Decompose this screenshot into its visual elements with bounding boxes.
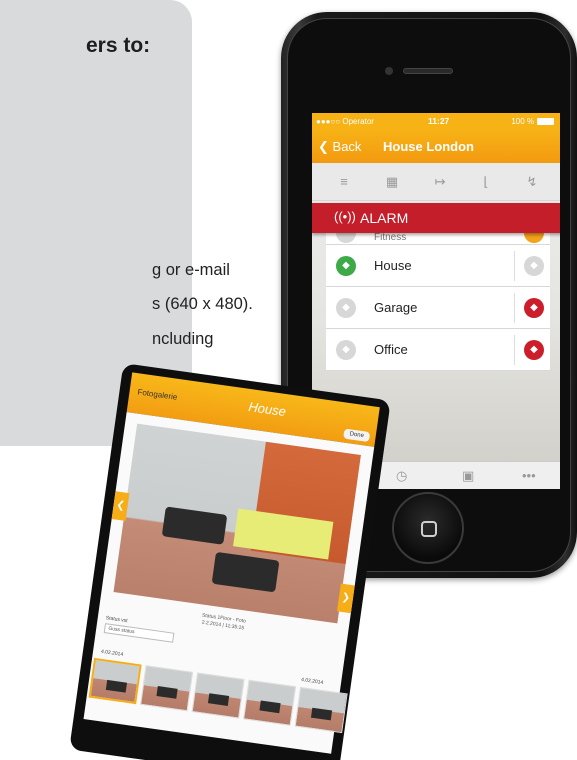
info-line-2: s (640 x 480). xyxy=(152,295,253,313)
thermometer-icon[interactable]: ⌊ xyxy=(478,175,494,189)
clock-icon[interactable]: ◷ xyxy=(396,468,407,484)
thumbnail[interactable] xyxy=(191,672,245,719)
locked-icon[interactable]: ◆ xyxy=(524,298,544,318)
thumb-date: 4.02.2014 xyxy=(100,648,124,658)
back-button[interactable]: ❮ Back xyxy=(318,139,361,155)
lock-toggle-icon[interactable]: ◆ xyxy=(524,256,544,276)
gallery-icon[interactable]: ▣ xyxy=(462,468,474,484)
status-time: 11:27 xyxy=(428,116,450,126)
list-icon[interactable]: ≡ xyxy=(336,175,352,189)
tablet-title: House xyxy=(247,399,287,420)
done-button[interactable]: Done xyxy=(343,428,371,443)
photo-sofa xyxy=(211,551,280,593)
lock-name: House xyxy=(374,258,412,273)
divider xyxy=(514,293,515,323)
tablet-body: ❮ ❯ Status 1Floor - Foto 2.2.2014 | 11:3… xyxy=(83,412,375,754)
locked-icon[interactable]: ◆ xyxy=(524,340,544,360)
list-item[interactable]: Fitness xyxy=(326,231,550,245)
home-square-icon xyxy=(421,521,437,537)
home-button[interactable] xyxy=(392,492,464,564)
chevron-left-icon: ❮ xyxy=(318,139,329,154)
next-arrow-button[interactable]: ❯ xyxy=(336,583,355,614)
thumbnail[interactable] xyxy=(294,686,348,734)
divider xyxy=(514,251,515,281)
thumb-date: 4.02.2014 xyxy=(300,676,324,686)
thumbnail[interactable] xyxy=(88,657,142,705)
lightning-icon[interactable]: ↯ xyxy=(524,175,540,189)
door-exit-icon[interactable]: ↦ xyxy=(432,175,448,189)
lock-name: Fitness xyxy=(374,232,407,243)
earpiece-speaker xyxy=(403,68,453,74)
divider xyxy=(514,335,515,365)
lock-name: Office xyxy=(374,342,408,357)
alarm-label: ALARM xyxy=(360,210,409,226)
carrier-label: ●●●○○ Operator xyxy=(316,117,374,126)
unlocked-icon: ◆ xyxy=(336,256,356,276)
thumbnail[interactable] xyxy=(243,679,297,726)
nav-bar: ❮ Back House London xyxy=(312,129,560,163)
status-select[interactable]: Guss status xyxy=(103,623,175,643)
list-item-office[interactable]: ◆ Office ◆ xyxy=(326,329,550,371)
battery-icon xyxy=(537,118,554,125)
unlock-icon: ◆ xyxy=(336,340,356,360)
stage: ers to: g or e-mail s (640 x 480). nclud… xyxy=(0,0,577,760)
keypad-icon[interactable]: ▦ xyxy=(384,175,400,189)
lock-name: Garage xyxy=(374,300,418,315)
status-bar: ●●●○○ Operator 11:27 100 % xyxy=(312,113,560,129)
more-icon[interactable]: ••• xyxy=(522,468,536,483)
thumbnail[interactable] xyxy=(140,665,194,712)
unlock-icon: ◆ xyxy=(336,298,356,318)
thumbnail-strip xyxy=(85,657,360,747)
alarm-banner[interactable]: ((•)) ALARM xyxy=(312,203,560,233)
gallery-label: Fotogalerie xyxy=(136,387,178,402)
list-item-house[interactable]: ◆ House ◆ xyxy=(326,245,550,287)
list-item-garage[interactable]: ◆ Garage ◆ xyxy=(326,287,550,329)
front-camera xyxy=(385,67,393,75)
camera-photo[interactable] xyxy=(113,423,361,624)
lock-list: Fitness ◆ House ◆ ◆ Garage ◆ ◆ Office ◆ xyxy=(326,231,550,371)
back-label: Back xyxy=(332,139,362,154)
photo-sofa xyxy=(161,506,228,545)
alarm-icon: ((•)) xyxy=(334,209,356,224)
battery-percent: 100 % xyxy=(511,117,534,126)
info-line-1b: g or e-mail xyxy=(152,261,230,279)
page-title: House London xyxy=(383,139,474,154)
info-heading: ers to: xyxy=(86,34,151,57)
tablet-wrapper: Fotogalerie House Done ❮ ❯ Status 1Floor… xyxy=(60,363,391,760)
info-line-3: ncluding xyxy=(152,330,214,348)
tablet: Fotogalerie House Done ❮ ❯ Status 1Floor… xyxy=(69,363,391,760)
tab-bar: ≡ ▦ ↦ ⌊ ↯ xyxy=(312,163,560,201)
